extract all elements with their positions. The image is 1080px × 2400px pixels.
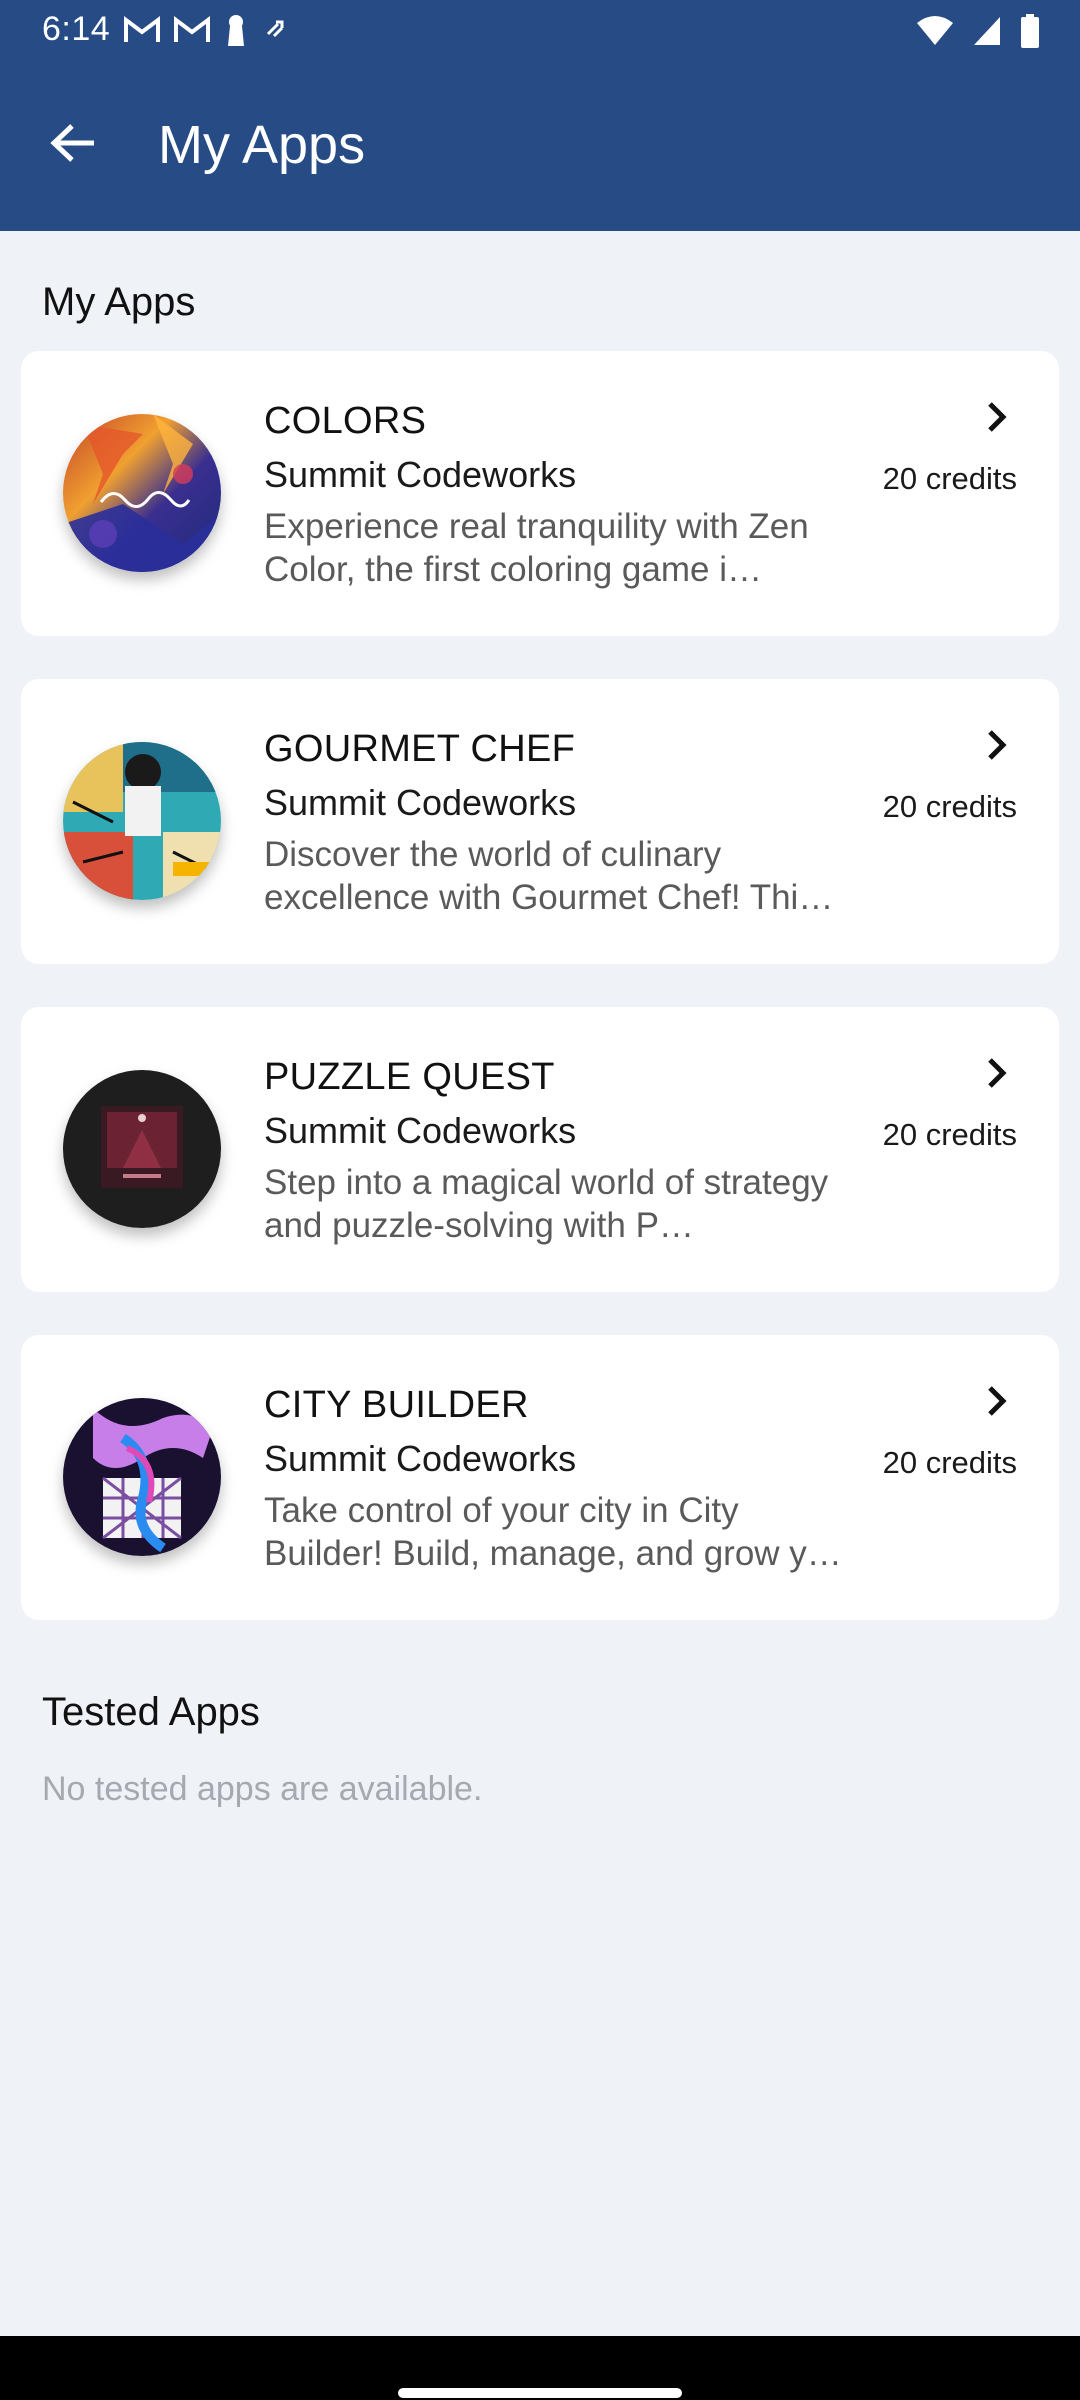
app-developer: Summit Codeworks (264, 1438, 577, 1479)
status-bar: 6:14 (0, 0, 1080, 62)
tested-apps-section-title: Tested Apps (42, 1690, 260, 1734)
home-gesture-handle[interactable] (398, 2388, 682, 2398)
app-card-colors[interactable]: COLORS Summit Codeworks Experience real … (21, 351, 1059, 636)
gmail-icon (174, 16, 210, 49)
app-bar: My Apps (0, 62, 1080, 231)
chevron-right-icon (986, 729, 1008, 766)
open-app-button[interactable] (977, 1383, 1017, 1423)
wifi-icon (916, 15, 954, 52)
page-title: My Apps (158, 115, 366, 175)
app-card-gourmet-chef[interactable]: GOURMET CHEF Summit Codeworks Discover t… (21, 679, 1059, 964)
app-credits: 20 credits (882, 1445, 1017, 1480)
arrow-back-icon (50, 123, 96, 168)
battery-icon (1020, 14, 1040, 53)
app-description: Take control of your city in City Builde… (264, 1491, 842, 1573)
app-developer: Summit Codeworks (264, 454, 577, 495)
app-credits: 20 credits (882, 789, 1017, 824)
app-description: Discover the world of culinary excellenc… (264, 835, 834, 917)
gmail-icon (124, 16, 160, 49)
signal-icon (972, 15, 1002, 52)
chevron-right-icon (986, 401, 1008, 438)
keyhole-icon (224, 14, 248, 51)
status-notification-icons (124, 14, 290, 51)
app-developer: Summit Codeworks (264, 782, 577, 823)
chevron-right-icon (986, 1057, 1008, 1094)
app-name: CITY BUILDER (264, 1384, 529, 1426)
app-icon-city-builder (63, 1398, 221, 1556)
open-app-button[interactable] (977, 1055, 1017, 1095)
app-icon-gourmet-chef (63, 742, 221, 900)
chevron-right-icon (986, 1385, 1008, 1422)
my-apps-section-title: My Apps (42, 280, 196, 324)
tested-apps-empty-message: No tested apps are available. (42, 1770, 483, 1808)
open-app-button[interactable] (977, 399, 1017, 439)
app-card-puzzle-quest[interactable]: PUZZLE QUEST Summit Codeworks Step into … (21, 1007, 1059, 1292)
status-time: 6:14 (42, 10, 111, 48)
status-system-icons (916, 14, 1040, 53)
sync-icon (262, 16, 290, 49)
app-name: PUZZLE QUEST (264, 1056, 555, 1098)
app-description: Experience real tranquility with Zen Col… (264, 507, 809, 589)
app-card-city-builder[interactable]: CITY BUILDER Summit Codeworks Take contr… (21, 1335, 1059, 1620)
app-icon-puzzle-quest (63, 1070, 221, 1228)
open-app-button[interactable] (977, 727, 1017, 767)
app-description: Step into a magical world of strategy an… (264, 1163, 829, 1245)
app-name: GOURMET CHEF (264, 728, 576, 770)
app-name: COLORS (264, 400, 427, 442)
app-developer: Summit Codeworks (264, 1110, 577, 1151)
back-button[interactable] (30, 102, 116, 188)
app-icon-colors (63, 414, 221, 572)
app-credits: 20 credits (882, 461, 1017, 496)
app-credits: 20 credits (882, 1117, 1017, 1152)
